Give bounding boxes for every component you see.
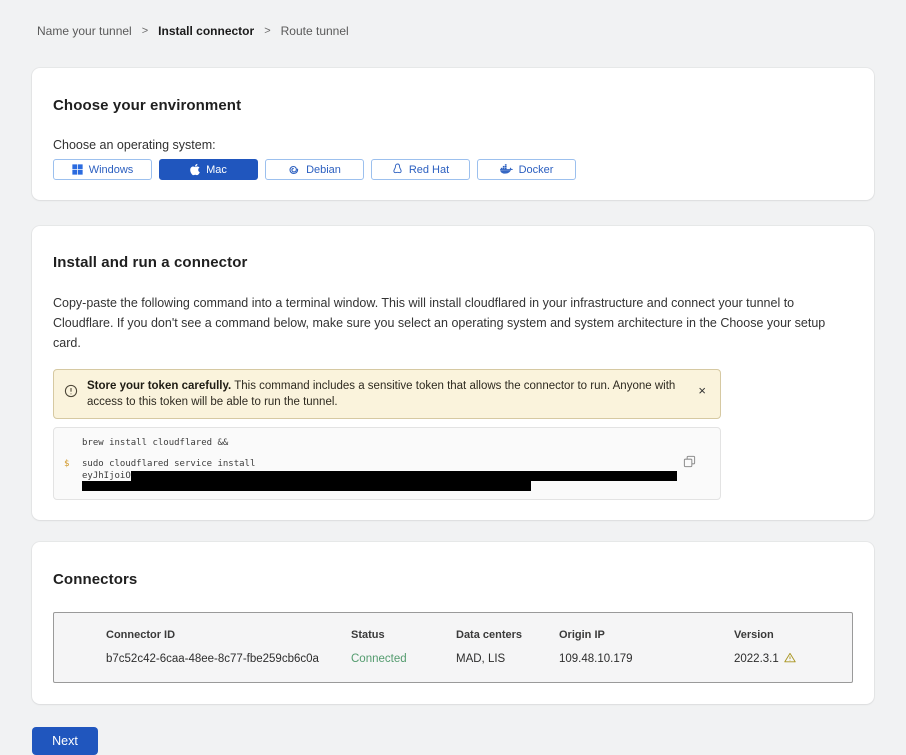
os-button-label: Windows <box>89 164 134 176</box>
token-warning-banner: Store your token carefully.This command … <box>53 369 721 419</box>
debian-swirl-icon <box>288 164 300 176</box>
header-data-centers: Data centers <box>456 629 559 641</box>
token-warning-text: Store your token carefully.This command … <box>87 378 687 410</box>
connector-data-centers-value: MAD, LIS <box>456 653 559 665</box>
os-select-label: Choose an operating system: <box>53 138 853 152</box>
version-warning-icon[interactable] <box>784 652 796 666</box>
header-status: Status <box>351 629 456 641</box>
install-command-codeblock[interactable]: brew install cloudflared && $ sudo cloud… <box>53 427 721 500</box>
copy-command-button[interactable] <box>683 455 696 471</box>
linux-penguin-icon <box>392 163 403 176</box>
token-redaction-bar <box>82 481 531 491</box>
os-button-label: Docker <box>519 164 554 176</box>
breadcrumb-separator: > <box>142 25 148 37</box>
connectors-table: Connector ID Status Data centers Origin … <box>53 612 853 683</box>
os-button-group: Windows Mac Debian Red Hat Docker <box>53 159 853 180</box>
code-line-sudo: sudo cloudflared service install <box>82 459 720 469</box>
breadcrumb-name-your-tunnel[interactable]: Name your tunnel <box>37 24 132 38</box>
connector-version-cell: 2022.3.1 <box>734 652 852 666</box>
header-version: Version <box>734 629 852 641</box>
connector-table-row: b7c52c42-6caa-48ee-8c77-fbe259cb6c0a Con… <box>106 652 852 666</box>
alert-circle-icon <box>64 384 78 403</box>
install-card-description: Copy-paste the following command into a … <box>53 293 848 353</box>
warning-close-button[interactable]: × <box>696 384 708 397</box>
connectors-table-header-row: Connector ID Status Data centers Origin … <box>106 629 852 641</box>
token-redaction-bar <box>131 471 677 481</box>
copy-icon <box>683 456 696 471</box>
next-button[interactable]: Next <box>32 727 98 755</box>
environment-card: Choose your environment Choose an operat… <box>32 68 874 200</box>
code-line-brew: brew install cloudflared && <box>82 438 720 448</box>
breadcrumb-route-tunnel[interactable]: Route tunnel <box>281 24 349 38</box>
os-button-mac[interactable]: Mac <box>159 159 258 180</box>
code-line-token: eyJhIjoiO <box>82 470 720 481</box>
os-button-label: Debian <box>306 164 341 176</box>
connector-version-value: 2022.3.1 <box>734 653 779 665</box>
connector-origin-ip-value: 109.48.10.179 <box>559 653 734 665</box>
os-button-redhat[interactable]: Red Hat <box>371 159 470 180</box>
os-button-windows[interactable]: Windows <box>53 159 152 180</box>
install-connector-card: Install and run a connector Copy-paste t… <box>32 226 874 520</box>
header-connector-id: Connector ID <box>106 629 351 641</box>
connectors-card: Connectors Connector ID Status Data cent… <box>32 542 874 704</box>
token-prefix: eyJhIjoiO <box>82 471 131 481</box>
connector-status-value: Connected <box>351 653 456 665</box>
apple-icon <box>190 163 200 176</box>
os-button-docker[interactable]: Docker <box>477 159 576 180</box>
connector-id-value: b7c52c42-6caa-48ee-8c77-fbe259cb6c0a <box>106 653 351 665</box>
environment-card-title: Choose your environment <box>53 97 853 114</box>
os-button-label: Red Hat <box>409 164 449 176</box>
connectors-card-title: Connectors <box>53 571 853 588</box>
breadcrumb: Name your tunnel > Install connector > R… <box>0 0 906 38</box>
breadcrumb-separator: > <box>264 25 270 37</box>
docker-whale-icon <box>500 164 513 175</box>
token-warning-title: Store your token carefully. <box>87 380 231 392</box>
header-origin-ip: Origin IP <box>559 629 734 641</box>
shell-prompt: $ <box>64 459 69 469</box>
os-button-label: Mac <box>206 164 227 176</box>
breadcrumb-install-connector[interactable]: Install connector <box>158 24 254 38</box>
install-card-title: Install and run a connector <box>53 254 853 271</box>
os-button-debian[interactable]: Debian <box>265 159 364 180</box>
windows-icon <box>72 164 83 175</box>
